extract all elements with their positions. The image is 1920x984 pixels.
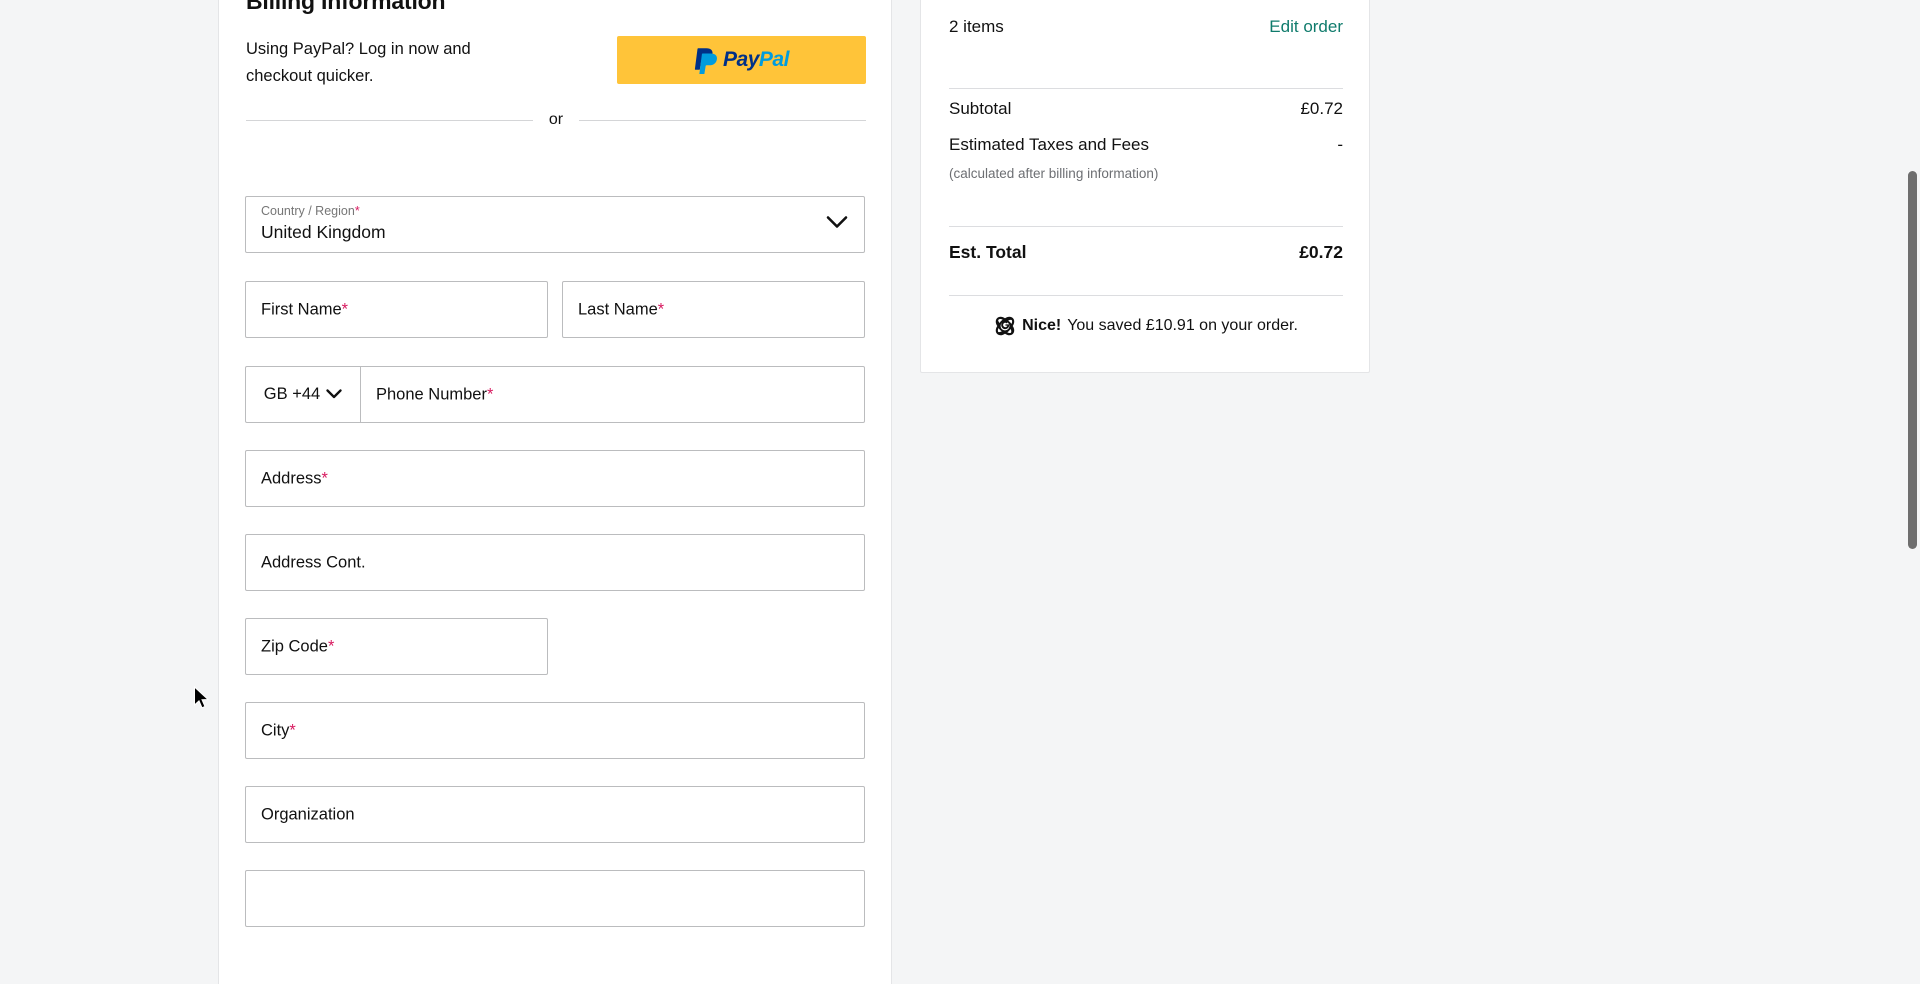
page-title: Billing Information <box>246 0 446 14</box>
organization-input[interactable]: Organization <box>245 786 865 843</box>
zip-code-required-marker: * <box>327 637 335 655</box>
address-required-marker: * <box>321 469 328 487</box>
summary-divider-top <box>949 88 1343 89</box>
address-label-text: Address <box>261 469 322 487</box>
summary-divider-bottom <box>949 295 1343 296</box>
page-scrollbar-track[interactable] <box>1905 0 1920 984</box>
city-required-marker: * <box>289 721 296 739</box>
country-chevron-down-icon <box>826 215 848 234</box>
phone-number-label-text: Phone Number <box>376 385 487 403</box>
paypal-promo-row: Using PayPal? Log in now and checkout qu… <box>246 36 866 94</box>
order-summary-card: 2 items Edit order Subtotal £0.72 Estima… <box>920 0 1370 373</box>
phone-number-input[interactable]: Phone Number* <box>361 366 865 423</box>
city-label: City* <box>261 721 296 740</box>
last-name-input[interactable]: Last Name* <box>562 281 865 338</box>
phone-country-code-select[interactable]: GB +44 <box>245 366 361 423</box>
divider-label: or <box>548 111 564 128</box>
paypal-word-pal: Pal <box>758 48 790 71</box>
est-total-row: Est. Total £0.72 <box>949 242 1343 263</box>
city-label-text: City <box>261 721 290 739</box>
country-region-label: Country / Region* <box>261 204 360 218</box>
phone-chevron-down-icon <box>326 386 342 404</box>
phone-number-label: Phone Number* <box>376 385 493 404</box>
page-scrollbar-thumb[interactable] <box>1908 171 1917 549</box>
next-field-partial[interactable] <box>245 870 865 927</box>
summary-divider-middle <box>949 226 1343 227</box>
first-name-input[interactable]: First Name* <box>245 281 548 338</box>
phone-number-required-marker: * <box>486 385 494 403</box>
phone-country-code-label: GB +44 <box>263 385 321 403</box>
paypal-logo: PayPal <box>694 46 789 74</box>
country-region-label-text: Country / Region <box>261 204 355 218</box>
phone-field-group: GB +44 Phone Number* <box>245 366 865 423</box>
subtotal-label: Subtotal <box>949 99 1012 118</box>
address-label: Address* <box>261 469 328 488</box>
city-input[interactable]: City* <box>245 702 865 759</box>
address-cont-label-text: Address Cont. <box>261 553 366 571</box>
zip-code-label-text: Zip Code <box>261 637 328 655</box>
checkout-page: Billing Information Using PayPal? Log in… <box>0 0 1920 984</box>
last-name-required-marker: * <box>657 300 665 318</box>
est-total-value: £0.72 <box>1299 242 1343 262</box>
zip-code-label: Zip Code* <box>261 637 334 656</box>
country-region-value: United Kingdom <box>261 222 386 242</box>
paypal-logo-icon <box>694 48 718 74</box>
taxes-label: Estimated Taxes and Fees <box>949 135 1150 154</box>
est-total-label: Est. Total <box>949 242 1027 262</box>
country-region-required-marker: * <box>354 204 360 218</box>
last-name-label: Last Name* <box>578 300 664 319</box>
divider-rule-right <box>579 119 867 121</box>
paypal-wordmark: PayPal <box>723 48 789 72</box>
paypal-word-pay: Pay <box>723 48 759 71</box>
taxes-row: Estimated Taxes and Fees - <box>949 135 1343 155</box>
order-items-row: 2 items Edit order <box>949 17 1343 37</box>
savings-description: You saved £10.91 on your order. <box>1067 317 1298 334</box>
organization-label: Organization <box>261 805 355 824</box>
organization-label-text: Organization <box>261 805 355 823</box>
mouse-cursor <box>194 686 210 709</box>
address-input[interactable]: Address* <box>245 450 865 507</box>
divider-rule-left <box>246 119 533 121</box>
savings-message-row: Nice! You saved £10.91 on your order. <box>949 315 1343 337</box>
first-name-label-text: First Name <box>261 300 342 318</box>
subtotal-row: Subtotal £0.72 <box>949 99 1343 119</box>
paypal-prompt-text: Using PayPal? Log in now and checkout qu… <box>246 40 471 85</box>
address-cont-input[interactable]: Address Cont. <box>245 534 865 591</box>
godaddy-go-icon <box>995 316 1015 336</box>
paypal-checkout-button[interactable]: PayPal <box>617 36 866 84</box>
savings-headline: Nice! <box>1022 317 1062 334</box>
taxes-note: (calculated after billing information) <box>949 166 1159 181</box>
first-name-label: First Name* <box>261 300 348 319</box>
subtotal-value: £0.72 <box>1300 99 1343 118</box>
zip-code-input[interactable]: Zip Code* <box>245 618 548 675</box>
or-divider: or <box>246 111 867 129</box>
first-name-required-marker: * <box>341 300 349 318</box>
edit-order-link[interactable]: Edit order <box>1269 17 1343 37</box>
country-region-select[interactable]: Country / Region* United Kingdom <box>245 196 865 253</box>
last-name-label-text: Last Name <box>578 300 658 318</box>
address-cont-label: Address Cont. <box>261 553 366 572</box>
order-items-count: 2 items <box>949 17 1004 36</box>
taxes-value: - <box>1337 135 1343 154</box>
